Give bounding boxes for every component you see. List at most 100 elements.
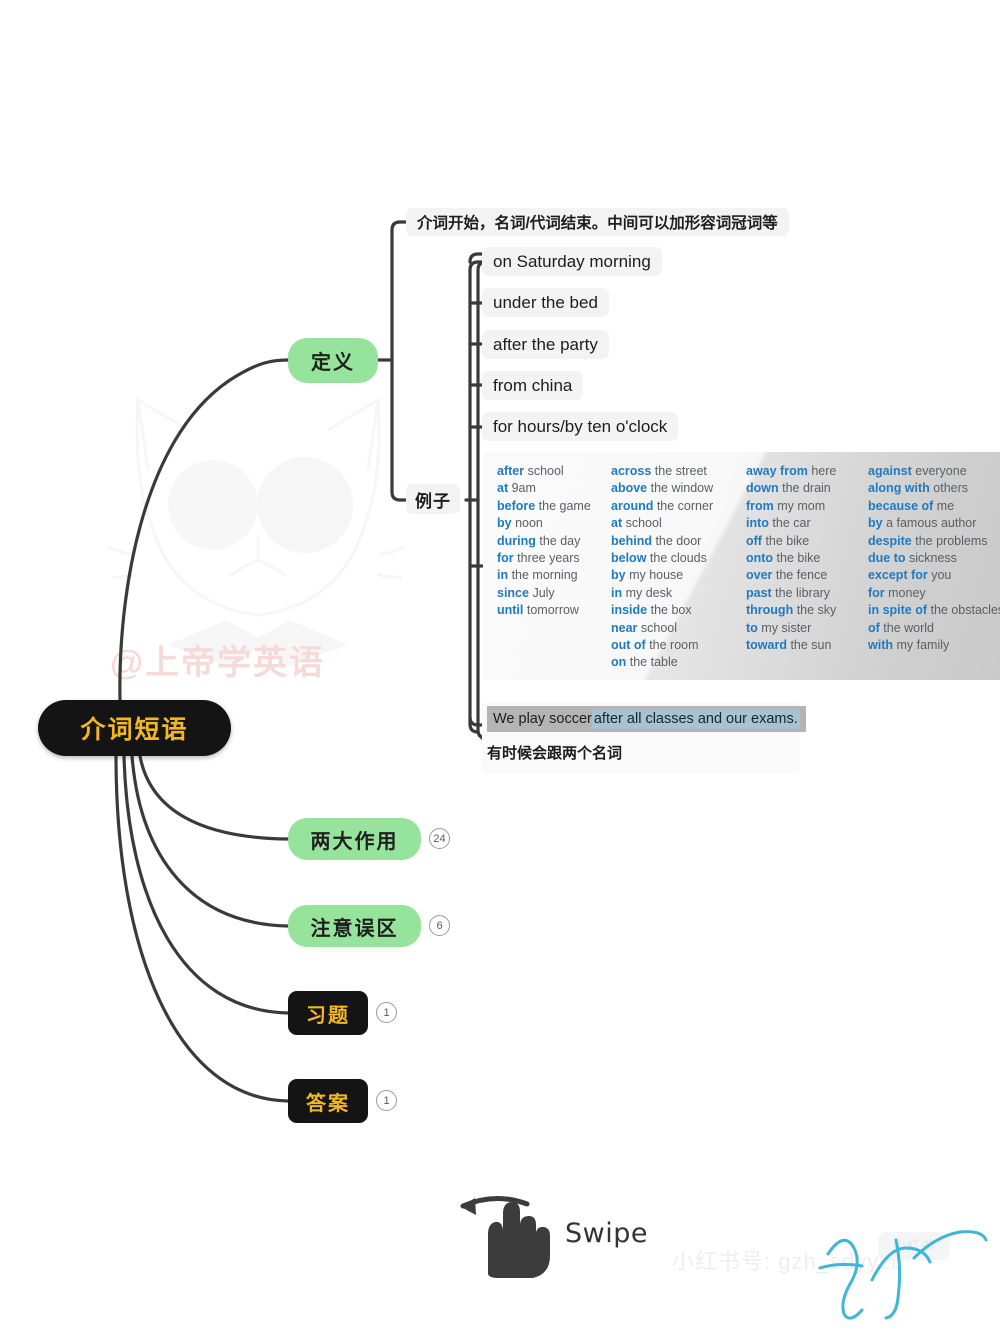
preposition-object: the drain	[778, 481, 831, 496]
sentence-example-block: We play soccer after all classes and our…	[482, 702, 806, 774]
preposition-word: from	[746, 498, 774, 513]
preposition-word: through	[746, 603, 794, 618]
badge-liangda[interactable]: 24	[429, 828, 450, 849]
preposition-object: noon	[511, 516, 543, 531]
example-chip[interactable]: after the party	[482, 330, 609, 359]
preposition-row: down the drain	[746, 480, 868, 497]
preposition-row: in my desk	[611, 585, 746, 602]
sentence-plain: We play soccer	[493, 711, 592, 727]
preposition-row: to my sister	[746, 620, 868, 637]
preposition-row: off the bike	[746, 533, 868, 550]
preposition-object: 9am	[508, 481, 536, 496]
branch-label-zhuyi: 注意误区	[310, 917, 399, 940]
preposition-object: the fence	[772, 568, 828, 583]
branch-label-xiti: 习题	[306, 1004, 350, 1027]
branch-node-dingyi[interactable]: 定义	[288, 338, 378, 383]
preposition-word: since	[497, 585, 529, 600]
preposition-row: for three years	[497, 550, 612, 567]
branch-label-dingyi: 定义	[311, 352, 355, 374]
preposition-object: you	[927, 568, 952, 583]
preposition-word: over	[746, 568, 773, 583]
cat-logo-watermark	[108, 397, 406, 666]
branch-node-zhuyi[interactable]: 注意误区	[288, 905, 421, 947]
preposition-word: around	[611, 498, 654, 513]
xhs-logo-watermark: 小红书	[878, 1232, 950, 1260]
preposition-word: after	[497, 464, 525, 478]
preposition-row: out of the room	[611, 637, 746, 654]
swipe-hint: Swipe	[455, 1188, 685, 1278]
preposition-object: my desk	[622, 585, 673, 600]
preposition-word: before	[497, 498, 536, 513]
preposition-word: during	[497, 533, 536, 548]
preposition-row: since July	[497, 585, 612, 602]
sentence-line: We play soccer after all classes and our…	[487, 706, 806, 732]
brand-watermark: @上帝学英语	[110, 644, 326, 682]
preposition-table: after school at 9am before the game by noon…	[483, 452, 1000, 680]
preposition-word: for	[497, 551, 514, 566]
preposition-word: by	[497, 516, 512, 531]
definition-chip[interactable]: 介词开始，名词/代词结束。中间可以加形容词冠词等	[406, 208, 789, 236]
preposition-word: despite	[868, 533, 912, 548]
preposition-column: against everyone along with others because…	[868, 463, 1000, 654]
branch-node-xiti[interactable]: 习题	[288, 991, 368, 1035]
preposition-word: along with	[868, 481, 930, 496]
preposition-row: at 9am	[497, 480, 612, 497]
preposition-row: by my house	[611, 567, 746, 584]
preposition-row: above the window	[611, 480, 746, 497]
preposition-row: below the clouds	[611, 550, 746, 567]
preposition-row: on the table	[611, 654, 746, 671]
preposition-word: out of	[611, 638, 646, 653]
preposition-object: school	[622, 516, 662, 531]
preposition-row: against everyone	[868, 463, 1000, 480]
branch-node-liangda[interactable]: 两大作用	[288, 818, 421, 860]
preposition-object: my house	[625, 568, 684, 583]
preposition-row: before the game	[497, 498, 612, 515]
preposition-word: past	[746, 585, 772, 600]
preposition-row: behind the door	[611, 533, 746, 550]
sentence-highlight: after all classes and our exams.	[591, 709, 800, 729]
preposition-object: here	[807, 464, 837, 478]
preposition-word: toward	[746, 638, 787, 653]
branch-label-liangda: 两大作用	[310, 830, 399, 853]
preposition-object: the world	[879, 620, 935, 635]
preposition-row: along with others	[868, 480, 1000, 497]
preposition-word: against	[868, 464, 912, 478]
preposition-row: for money	[868, 585, 1000, 602]
example-chip[interactable]: under the bed	[482, 288, 609, 317]
root-node[interactable]: 介词短语	[38, 700, 231, 756]
preposition-word: on	[611, 655, 627, 670]
mindmap-canvas: @上帝学英语 介词短语 定义 两大作用 24 注意误区 6 习题 1 答案 1 …	[0, 0, 1000, 1333]
preposition-object: the morning	[508, 568, 578, 583]
preposition-word: by	[611, 568, 626, 583]
preposition-object: a famous author	[882, 516, 977, 531]
preposition-object: the bike	[773, 551, 821, 566]
preposition-object: the obstacles	[927, 603, 1000, 618]
preposition-object: the library	[771, 585, 831, 600]
example-chip[interactable]: on Saturday morning	[482, 247, 662, 276]
preposition-object: the corner	[653, 498, 714, 513]
preposition-word: down	[746, 481, 779, 496]
preposition-row: during the day	[497, 533, 612, 550]
preposition-row: because of me	[868, 498, 1000, 515]
preposition-object: the sky	[793, 603, 837, 618]
preposition-row: from my mom	[746, 498, 868, 515]
swipe-label: Swipe	[565, 1218, 648, 1249]
preposition-column: after school at 9am before the game by noon…	[497, 463, 612, 620]
preposition-word: into	[746, 516, 769, 531]
preposition-object: the car	[768, 516, 811, 531]
preposition-row: in spite of the obstacles	[868, 602, 1000, 619]
badge-zhuyi[interactable]: 6	[429, 915, 450, 936]
preposition-object: the game	[535, 498, 591, 513]
preposition-row: in the morning	[497, 567, 612, 584]
preposition-column: across the street above the window around …	[611, 463, 746, 672]
examples-node[interactable]: 例子	[406, 484, 460, 514]
example-chip[interactable]: for hours/by ten o'clock	[482, 412, 679, 441]
badge-xiti[interactable]: 1	[376, 1002, 397, 1023]
preposition-object: the sun	[786, 638, 832, 653]
preposition-object: July	[528, 585, 555, 600]
preposition-row: near school	[611, 620, 746, 637]
example-chip[interactable]: from china	[482, 371, 584, 400]
preposition-row: into the car	[746, 515, 868, 532]
branch-node-daan[interactable]: 答案	[288, 1079, 368, 1123]
badge-daan[interactable]: 1	[376, 1090, 397, 1111]
